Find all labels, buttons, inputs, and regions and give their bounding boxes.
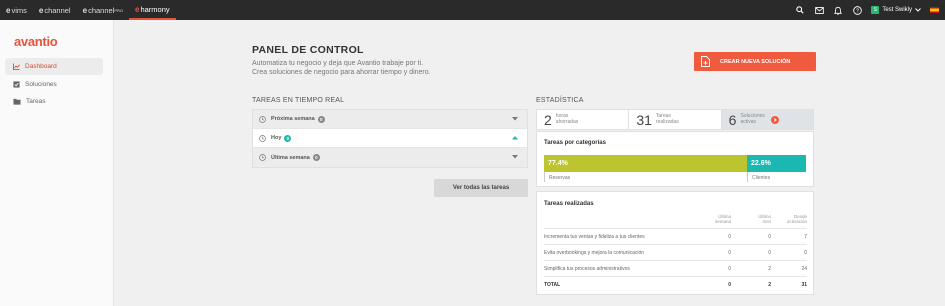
product-prefix: e	[38, 5, 44, 15]
stat-number: 6	[728, 111, 737, 128]
page-subtitle: Automatiza tu negocio y deja que Avantio…	[252, 59, 512, 77]
bell-icon[interactable]	[833, 5, 843, 15]
categories-bar: 77.4% 22.6%	[544, 155, 806, 172]
column-header: Desde activación	[786, 214, 807, 224]
stat-tasks-done[interactable]: 31 Tareas realizadas	[629, 110, 722, 129]
arrow-right-icon[interactable]	[770, 115, 779, 124]
clock-icon	[259, 154, 266, 161]
table-row: Evita overbookings y mejora la comunicac…	[544, 244, 807, 261]
stat-hours-saved[interactable]: 2 horas ahorradas	[537, 110, 630, 129]
task-row-label: Próxima semana	[271, 116, 315, 122]
caret-down-icon	[512, 155, 518, 159]
folder-icon	[13, 98, 21, 105]
category-name: Clientes	[747, 172, 806, 182]
caret-up-icon	[512, 136, 518, 140]
stat-tabs: 2 horas ahorradas 31 Tareas realizadas 6 S…	[536, 109, 814, 130]
task-count-badge: 0	[284, 134, 292, 142]
sidebar-item-dashboard[interactable]: Dashboard	[5, 58, 103, 75]
sidebar-item-soluciones[interactable]: Soluciones	[5, 76, 103, 93]
product-sup: PRO	[114, 7, 124, 13]
svg-text:?: ?	[856, 8, 859, 14]
stat-label: horas ahorradas	[555, 113, 579, 125]
table-row: Simplifica tus procesos administrativos …	[544, 260, 807, 277]
sidebar-item-label: Tareas	[26, 98, 46, 105]
product-name: channel	[88, 5, 115, 15]
task-row-label: Hoy	[271, 135, 282, 141]
clock-icon	[259, 115, 266, 123]
task-row-next-week[interactable]: Próxima semana 0	[253, 110, 527, 129]
caret-down-icon	[512, 117, 518, 121]
top-bar: e vims e channel e channel PRO e harmony…	[0, 0, 945, 20]
table-row: Incrementa tus ventas y fideliza a tus c…	[544, 228, 807, 245]
checklist-icon	[13, 81, 20, 88]
stats-section-label: ESTADÍSTICA	[536, 97, 584, 104]
category-name: Reservas	[544, 172, 747, 182]
subtitle-line: Automatiza tu negocio y deja que Avantio…	[252, 60, 424, 67]
chart-icon	[13, 63, 20, 70]
avatar: S	[871, 6, 880, 14]
topbar-actions: ? S Test Swikly	[795, 0, 939, 20]
tasks-panel: Próxima semana 0 Hoy 0 Última semana 0	[252, 109, 528, 168]
categories-names: Reservas Clientes	[544, 172, 806, 182]
stat-number: 2	[544, 111, 552, 128]
user-name: Test Swikly	[882, 7, 912, 13]
tasks-done-table: Última semana Último mes Desde activación I…	[544, 214, 807, 293]
product-name: harmony	[140, 4, 170, 14]
tasks-section-label: TAREAS EN TIEMPO REAL	[252, 97, 345, 104]
stat-number: 31	[636, 111, 652, 128]
page-title: PANEL DE CONTROL	[252, 44, 364, 56]
create-solution-button[interactable]: CREAR NUEVA SOLUCIÓN	[694, 52, 816, 71]
chevron-down-icon	[915, 8, 921, 12]
product-name: channel	[44, 5, 71, 15]
user-menu[interactable]: S Test Swikly	[871, 6, 921, 14]
task-row-last-week[interactable]: Última semana 0	[253, 148, 527, 167]
product-evims[interactable]: e vims	[0, 0, 33, 20]
stat-label: Soluciones activas	[740, 113, 765, 125]
stats-panel: 2 horas ahorradas 31 Tareas realizadas 6 S…	[536, 109, 814, 295]
product-echannel-pro[interactable]: e channel PRO	[77, 0, 129, 20]
search-icon[interactable]	[795, 5, 805, 15]
categories-panel: Tareas por categorías 77.4% 22.6% Reserva…	[536, 131, 814, 187]
product-name: vims	[11, 5, 27, 15]
help-icon[interactable]: ?	[852, 5, 862, 15]
spain-flag-icon[interactable]	[930, 7, 939, 13]
table-total-row: TOTAL 0 2 31	[544, 276, 807, 293]
view-all-tasks-button[interactable]: Ver todas las tareas	[434, 179, 528, 197]
clock-icon	[259, 134, 266, 142]
categories-title: Tareas por categorías	[544, 140, 606, 146]
task-count-badge: 0	[317, 115, 325, 123]
category-bar-segment: 77.4%	[544, 155, 747, 172]
product-echannel[interactable]: e channel	[33, 0, 77, 20]
stat-active-solutions[interactable]: 6 Soluciones activas	[721, 110, 813, 129]
task-row-label: Última semana	[271, 154, 310, 161]
task-row-today[interactable]: Hoy 0	[253, 129, 527, 148]
sidebar: avantio Dashboard Soluciones Tareas	[0, 20, 114, 306]
product-prefix: e	[135, 4, 140, 14]
tasks-done-panel: Tareas realizadas Última semana Último mes…	[536, 191, 814, 295]
tasks-done-title: Tareas realizadas	[544, 201, 594, 207]
avantio-logo: avantio	[14, 34, 58, 49]
task-count-badge: 0	[312, 154, 320, 161]
sidebar-item-label: Soluciones	[25, 81, 57, 88]
product-eharmony[interactable]: e harmony	[129, 0, 176, 20]
category-bar-segment: 22.6%	[747, 155, 806, 172]
stat-label: Tareas realizadas	[655, 113, 679, 125]
column-header: Última semana	[714, 214, 731, 224]
sidebar-item-label: Dashboard	[25, 63, 57, 70]
subtitle-line: Crea soluciones de negocio para ahorrar …	[252, 69, 431, 76]
create-solution-label: CREAR NUEVA SOLUCIÓN	[720, 58, 791, 65]
sidebar-item-tareas[interactable]: Tareas	[5, 93, 103, 110]
column-header: Último mes	[758, 214, 771, 224]
new-document-icon	[701, 56, 710, 67]
product-prefix: e	[82, 5, 88, 15]
product-prefix: e	[6, 5, 11, 15]
mail-icon[interactable]	[814, 5, 824, 15]
